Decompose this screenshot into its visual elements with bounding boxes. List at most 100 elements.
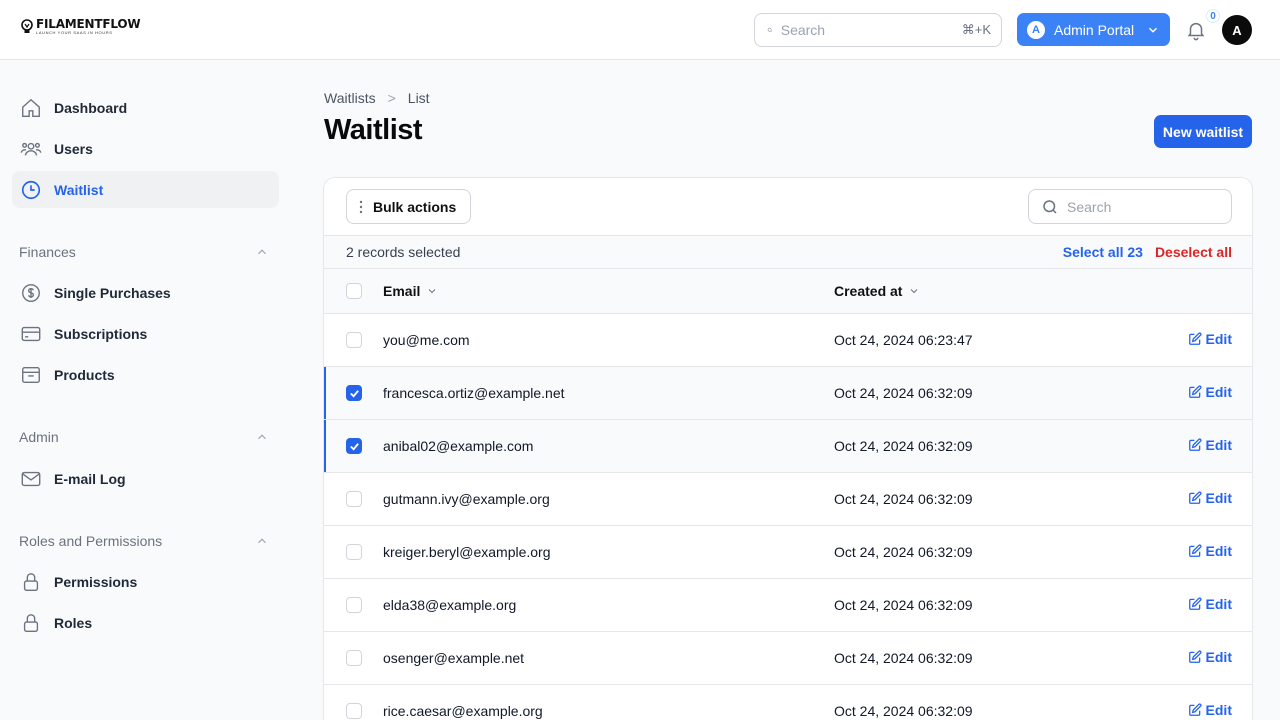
nav-group-label: Admin (19, 429, 59, 445)
selection-count: 2 records selected (346, 244, 461, 260)
admin-portal-switcher[interactable]: A Admin Portal (1017, 13, 1170, 46)
sidebar-item-subscriptions[interactable]: Subscriptions (12, 315, 279, 352)
users-icon (20, 142, 42, 156)
bell-icon[interactable] (1185, 19, 1207, 41)
row-checkbox[interactable] (346, 332, 362, 348)
edit-row-button[interactable]: Edit (1188, 702, 1232, 718)
column-header-email[interactable]: Email (383, 283, 438, 299)
edit-icon (1188, 597, 1202, 610)
sidebar-item-single-purchases[interactable]: Single Purchases (12, 274, 279, 311)
sidebar-item-dashboard[interactable]: Dashboard (12, 89, 279, 126)
table-row[interactable]: gutmann.ivy@example.org Oct 24, 2024 06:3… (324, 473, 1252, 526)
sidebar-item-label: Dashboard (54, 99, 128, 116)
search-shortcut: ⌘+K (961, 22, 991, 37)
cell-created-at: Oct 24, 2024 06:32:09 (834, 650, 973, 666)
edit-row-button[interactable]: Edit (1188, 384, 1232, 400)
table-row[interactable]: you@me.com Oct 24, 2024 06:23:47 Edit (324, 314, 1252, 367)
home-icon (22, 98, 40, 117)
edit-icon (1188, 544, 1202, 557)
row-checkbox[interactable] (346, 438, 362, 454)
edit-row-button[interactable]: Edit (1188, 649, 1232, 665)
sidebar-item-label: Single Purchases (54, 284, 171, 301)
edit-row-button[interactable]: Edit (1188, 437, 1232, 453)
nav-group-roles-and-permissions[interactable]: Roles and Permissions (19, 533, 269, 549)
row-checkbox[interactable] (346, 703, 362, 719)
vertical-dots-icon (359, 200, 363, 213)
chevron-down-icon (1148, 27, 1158, 33)
bulb-logo-icon (21, 18, 33, 33)
sidebar-item-products[interactable]: Products (12, 356, 279, 393)
edit-label: Edit (1205, 437, 1232, 453)
sidebar-item-label: Waitlist (54, 181, 104, 198)
column-header-label: Created at (834, 283, 903, 299)
chevron-down-icon (911, 289, 918, 294)
table-search-input[interactable] (1067, 198, 1217, 215)
row-checkbox[interactable] (346, 491, 362, 507)
cell-email: kreiger.beryl@example.org (383, 544, 551, 560)
search-icon (767, 27, 772, 33)
column-header-created-at[interactable]: Created at (834, 283, 920, 299)
chevron-up-icon[interactable] (255, 245, 269, 259)
sidebar-item-users[interactable]: Users (12, 130, 279, 167)
column-header-label: Email (383, 283, 421, 299)
edit-row-button[interactable]: Edit (1188, 543, 1232, 559)
row-checkbox[interactable] (346, 544, 362, 560)
breadcrumb-parent-link[interactable]: Waitlists (324, 90, 376, 106)
table-row[interactable]: rice.caesar@example.org Oct 24, 2024 06:3… (324, 685, 1252, 720)
lock-icon (23, 613, 39, 632)
chevron-up-icon[interactable] (255, 534, 269, 548)
cell-email: anibal02@example.com (383, 438, 534, 454)
top-bar: FILAMENTFLOW LAUNCH YOUR SAAS IN HOURS ⌘… (0, 0, 1280, 60)
edit-row-button[interactable]: Edit (1188, 331, 1232, 347)
cell-created-at: Oct 24, 2024 06:32:09 (834, 703, 973, 719)
edit-label: Edit (1205, 596, 1232, 612)
row-checkbox[interactable] (346, 597, 362, 613)
nav-group-admin[interactable]: Admin (19, 429, 269, 445)
edit-icon (1188, 332, 1202, 345)
table-row[interactable]: kreiger.beryl@example.org Oct 24, 2024 06… (324, 526, 1252, 579)
edit-row-button[interactable]: Edit (1188, 596, 1232, 612)
user-avatar[interactable]: A (1222, 15, 1252, 45)
edit-label: Edit (1205, 331, 1232, 347)
table-row[interactable]: osenger@example.net Oct 24, 2024 06:32:09… (324, 632, 1252, 685)
table-row[interactable]: elda38@example.org Oct 24, 2024 06:32:09 E… (324, 579, 1252, 632)
chevron-down-icon (429, 289, 436, 294)
cell-created-at: Oct 24, 2024 06:32:09 (834, 438, 973, 454)
edit-icon (1188, 650, 1202, 663)
global-search-input[interactable] (780, 22, 962, 38)
select-all-link[interactable]: Select all 23 (1063, 244, 1143, 260)
app-logo[interactable]: FILAMENTFLOW LAUNCH YOUR SAAS IN HOURS (20, 17, 141, 35)
deselect-all-link[interactable]: Deselect all (1155, 244, 1232, 260)
edit-label: Edit (1205, 543, 1232, 559)
check-icon (349, 442, 359, 451)
select-all-checkbox[interactable] (346, 283, 362, 299)
edit-label: Edit (1205, 384, 1232, 400)
edit-row-button[interactable]: Edit (1188, 490, 1232, 506)
global-search[interactable]: ⌘+K (754, 13, 1002, 47)
sidebar-item-waitlist[interactable]: Waitlist (12, 171, 279, 208)
nav-group-label: Finances (19, 244, 76, 260)
table-row[interactable]: anibal02@example.com Oct 24, 2024 06:32:0… (324, 420, 1252, 473)
cell-email: elda38@example.org (383, 597, 517, 613)
sidebar-item-label: Permissions (54, 573, 138, 590)
dollar-icon (22, 283, 40, 302)
table-header: Email Created at (324, 269, 1252, 314)
sidebar-item-roles[interactable]: Roles (12, 604, 279, 641)
row-checkbox[interactable] (346, 385, 362, 401)
sidebar-item-email-log[interactable]: E-mail Log (12, 460, 279, 497)
portal-label: Admin Portal (1054, 21, 1135, 38)
sidebar-item-permissions[interactable]: Permissions (12, 563, 279, 600)
waitlist-table-card: Bulk actions 2 records selected Select a… (323, 177, 1253, 720)
logo-text: FILAMENTFLOW (36, 17, 141, 31)
portal-avatar: A (1027, 20, 1045, 39)
cell-email: francesca.ortiz@example.net (383, 385, 565, 401)
cell-created-at: Oct 24, 2024 06:23:47 (834, 332, 973, 348)
chevron-up-icon[interactable] (255, 430, 269, 444)
table-row[interactable]: francesca.ortiz@example.net Oct 24, 2024 … (324, 367, 1252, 420)
table-search[interactable] (1028, 189, 1232, 224)
selection-bar: 2 records selected Select all 23 Deselec… (324, 235, 1252, 269)
nav-group-finances[interactable]: Finances (19, 244, 269, 260)
row-checkbox[interactable] (346, 650, 362, 666)
bulk-actions-button[interactable]: Bulk actions (346, 189, 471, 224)
new-waitlist-button[interactable]: New waitlist (1154, 115, 1252, 148)
